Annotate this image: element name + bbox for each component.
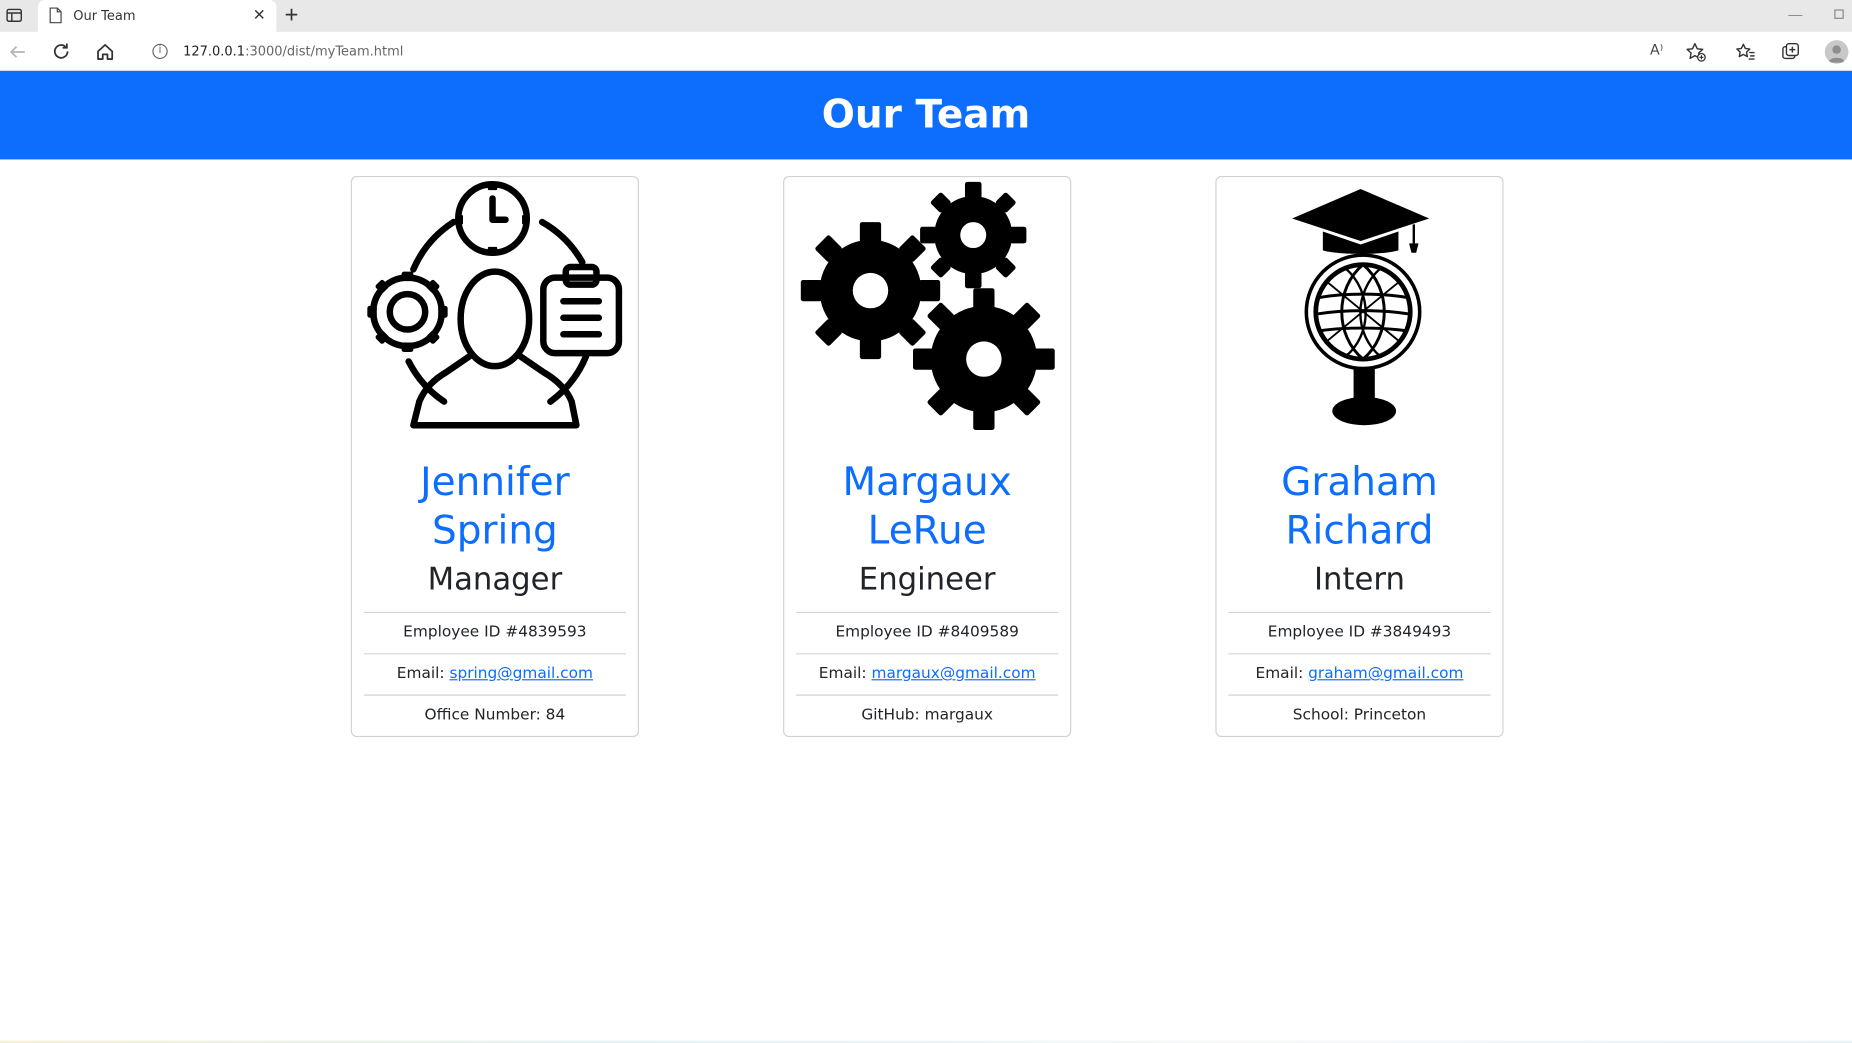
restore-icon[interactable] [1834,9,1844,19]
employee-last-name: LeRue [867,506,987,553]
employee-id: Employee ID #8409589 [796,611,1059,653]
read-aloud-icon[interactable]: A⁾ [1650,41,1663,58]
employee-first-name: Jennifer [420,458,570,505]
employee-email-row: Email: graham@gmail.com [1228,653,1491,694]
employee-first-name: Margaux [842,458,1012,505]
employee-name: Margaux LeRue [784,457,1070,554]
url-host: 127.0.0.1 [183,43,246,60]
employee-name: Jennifer Spring [352,457,638,554]
email-label: Email: [1255,665,1309,683]
profile-avatar[interactable] [1824,40,1849,64]
employee-id: Employee ID #4839593 [363,611,626,653]
tab-bar: Our Team ✕ + — [0,0,1852,32]
employee-last-name: Spring [431,506,558,553]
collections-icon[interactable] [1780,41,1801,62]
employee-card-engineer: Margaux LeRue Engineer Employee ID #8409… [783,175,1072,738]
url-field[interactable]: i 127.0.0.1:3000/dist/myTeam.html [134,35,1718,68]
employee-card-manager: Jennifer Spring Manager Employee ID #483… [350,175,639,738]
employee-card-intern: Graham Richard Intern Employee ID #38494… [1215,175,1504,738]
minimize-icon[interactable]: — [1788,6,1802,23]
email-label: Email: [396,665,450,683]
refresh-icon[interactable] [51,41,72,62]
employee-email-row: Email: margaux@gmail.com [796,653,1059,694]
email-label: Email: [818,665,872,683]
employee-role: Intern [1313,562,1405,598]
manager-icon [367,181,623,429]
page-icon [49,7,62,24]
employee-details-list: Employee ID #4839593 Email: spring@gmail… [363,611,626,736]
employee-email-row: Email: spring@gmail.com [363,653,626,694]
email-link[interactable]: margaux@gmail.com [871,665,1035,683]
page-header-banner: Our Team [0,70,1852,160]
address-bar: i 127.0.0.1:3000/dist/myTeam.html A⁾ [0,31,1852,71]
employee-role: Manager [427,562,563,598]
url-text: 127.0.0.1:3000/dist/myTeam.html [183,44,403,59]
employee-details-list: Employee ID #3849493 Email: graham@gmail… [1228,611,1491,736]
browser-window: Our Team ✕ + — i 127.0.0.1:3000/dist/myT… [0,0,1852,1043]
employee-details-list: Employee ID #8409589 Email: margaux@gmai… [796,611,1059,736]
favorites-icon[interactable] [1735,41,1756,62]
employee-last-name: Richard [1285,506,1434,553]
browser-tab[interactable]: Our Team ✕ [37,0,277,32]
page-content: Our Team Jennifer Spring Manager Employe… [0,70,1852,1043]
employee-name: Graham Richard [1217,457,1503,554]
page-title: Our Team [821,90,1031,138]
gears-icon [800,181,1055,430]
profile-icon [1828,45,1845,63]
employee-id: Employee ID #3849493 [1228,611,1491,653]
back-icon[interactable] [7,41,28,62]
tab-actions-icon[interactable] [5,6,24,25]
close-tab-icon[interactable]: ✕ [253,6,266,24]
email-link[interactable]: graham@gmail.com [1308,665,1463,683]
home-icon[interactable] [94,41,115,62]
email-link[interactable]: spring@gmail.com [449,665,592,683]
tab-title: Our Team [73,8,136,24]
employee-role: Engineer [858,562,996,598]
site-info-icon[interactable]: i [152,43,168,60]
employee-first-name: Graham [1281,458,1438,505]
graduate-globe-icon [1292,188,1430,426]
school-name: School: Princeton [1228,694,1491,736]
github-username: GitHub: margaux [796,694,1059,736]
url-path: :3000/dist/myTeam.html [245,43,404,60]
new-tab-icon[interactable]: + [285,2,299,28]
add-favorite-icon[interactable] [1685,41,1706,62]
office-number: Office Number: 84 [363,694,626,736]
